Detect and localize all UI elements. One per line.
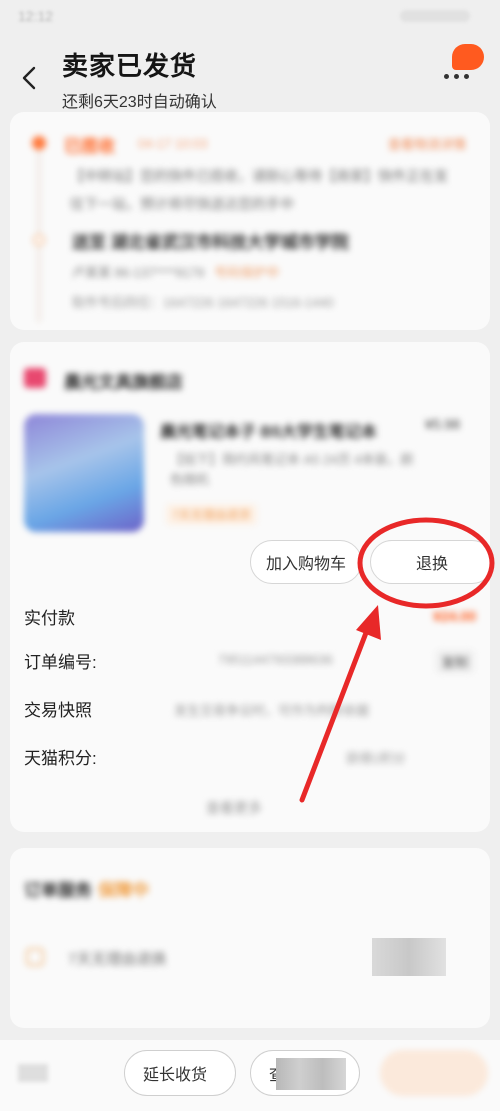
return-exchange-button[interactable]: 退换 xyxy=(370,540,490,584)
dot-icon xyxy=(444,74,449,79)
points-value: 获得1积分 xyxy=(346,751,406,766)
logistics-detail-link[interactable]: 查看物流详情 xyxy=(388,134,466,153)
snapshot-label[interactable]: 交易快照 xyxy=(24,696,92,721)
delivery-address: 送至 湖北省武汉市科技大学城市学院 xyxy=(72,233,349,252)
service-item-label: 7天无理由退换 xyxy=(68,951,167,968)
logistics-card[interactable]: 已揽收 04-17 10:03 查看物流详情 【中转站】您的快件已揽收，请耐心等… xyxy=(10,112,490,330)
dot-icon xyxy=(454,74,459,79)
shop-icon xyxy=(24,368,46,388)
shop-name[interactable]: 晨光文具旗舰店 xyxy=(64,368,183,393)
paid-value: ¥24.00 xyxy=(433,608,476,624)
pickup-label: 取件号后四位：1647226 xyxy=(72,295,214,310)
receiver-contact: 卢某某 86-137****9179 号码保护中 xyxy=(72,262,279,281)
order-service-card: 订单服务 保障中 7天无理由退换 xyxy=(10,848,490,1028)
more-actions-icon[interactable] xyxy=(18,1064,48,1082)
order-number-label: 订单编号: xyxy=(24,653,97,672)
product-sku: 【拍下】简约风笔记本 A5 24页 4本装，颜色随机 xyxy=(170,452,414,487)
service-title: 订单服务 保障中 xyxy=(24,876,149,901)
status-time: 12:12 xyxy=(18,8,54,24)
logistics-time: 04-17 10:03 xyxy=(138,136,208,151)
product-title[interactable]: 晨光笔记本子 B5大学生笔记本 xyxy=(160,418,377,442)
bottom-action-bar: 延长收货 查看物流 xyxy=(0,1040,500,1111)
paid-label: 实付款 xyxy=(24,609,75,628)
add-to-cart-button[interactable]: 加入购物车 xyxy=(250,540,362,584)
more-menu-icon[interactable] xyxy=(444,44,488,84)
order-card: 晨光文具旗舰店 晨光笔记本子 B5大学生笔记本 ¥5.98 【拍下】简约风笔记本… xyxy=(10,342,490,832)
extend-receipt-button[interactable]: 延长收货 xyxy=(124,1050,236,1096)
points-label: 天猫积分: xyxy=(24,749,97,768)
service-title-text: 订单服务 xyxy=(24,881,92,900)
status-bar: 12:12 xyxy=(0,0,500,36)
dot-icon xyxy=(464,74,469,79)
receiver-phone: 卢某某 86-137****9179 xyxy=(72,265,205,280)
system-icons xyxy=(400,10,470,22)
back-arrow-icon[interactable] xyxy=(18,64,42,92)
pickup-code: 1647226 1516-1440 xyxy=(217,295,334,310)
product-price: ¥5.98 xyxy=(424,416,460,432)
privacy-tag: 号码保护中 xyxy=(214,265,280,280)
auto-confirm-countdown: 还剩6天23时自动确认 xyxy=(62,94,217,111)
logistics-status: 已揽收 xyxy=(64,137,115,156)
timeline-line xyxy=(38,142,40,322)
pickup-info: 取件号后四位：1647226 1647226 1516-1440 xyxy=(72,292,334,311)
snapshot-value: 发生交易争议时，可作为判断依据 xyxy=(174,703,370,718)
message-bubble-icon xyxy=(452,44,484,70)
timeline-dot-icon xyxy=(33,234,45,246)
timeline-dot-icon xyxy=(32,136,46,150)
confirm-receipt-button[interactable] xyxy=(380,1050,488,1096)
header: 卖家已发货 还剩6天23时自动确认 xyxy=(0,36,500,120)
mosaic-redaction xyxy=(276,1058,346,1090)
copy-button[interactable]: 复制 xyxy=(435,650,474,673)
product-thumbnail[interactable] xyxy=(24,414,144,532)
order-number-value: 7951144793388636 xyxy=(218,652,333,667)
mosaic-redaction xyxy=(372,938,446,976)
view-more-link[interactable]: 查看更多 xyxy=(206,798,262,818)
service-status: 保障中 xyxy=(98,881,149,900)
product-service-tag: 7天无理由退货 xyxy=(166,504,257,525)
page-title: 卖家已发货 xyxy=(62,51,198,81)
logistics-detail-text: 【中转站】您的快件已揽收，请耐心等待【商家】快件正在发往下一站，预计将尽快送达您… xyxy=(70,168,448,212)
service-checkbox-icon xyxy=(26,948,44,966)
